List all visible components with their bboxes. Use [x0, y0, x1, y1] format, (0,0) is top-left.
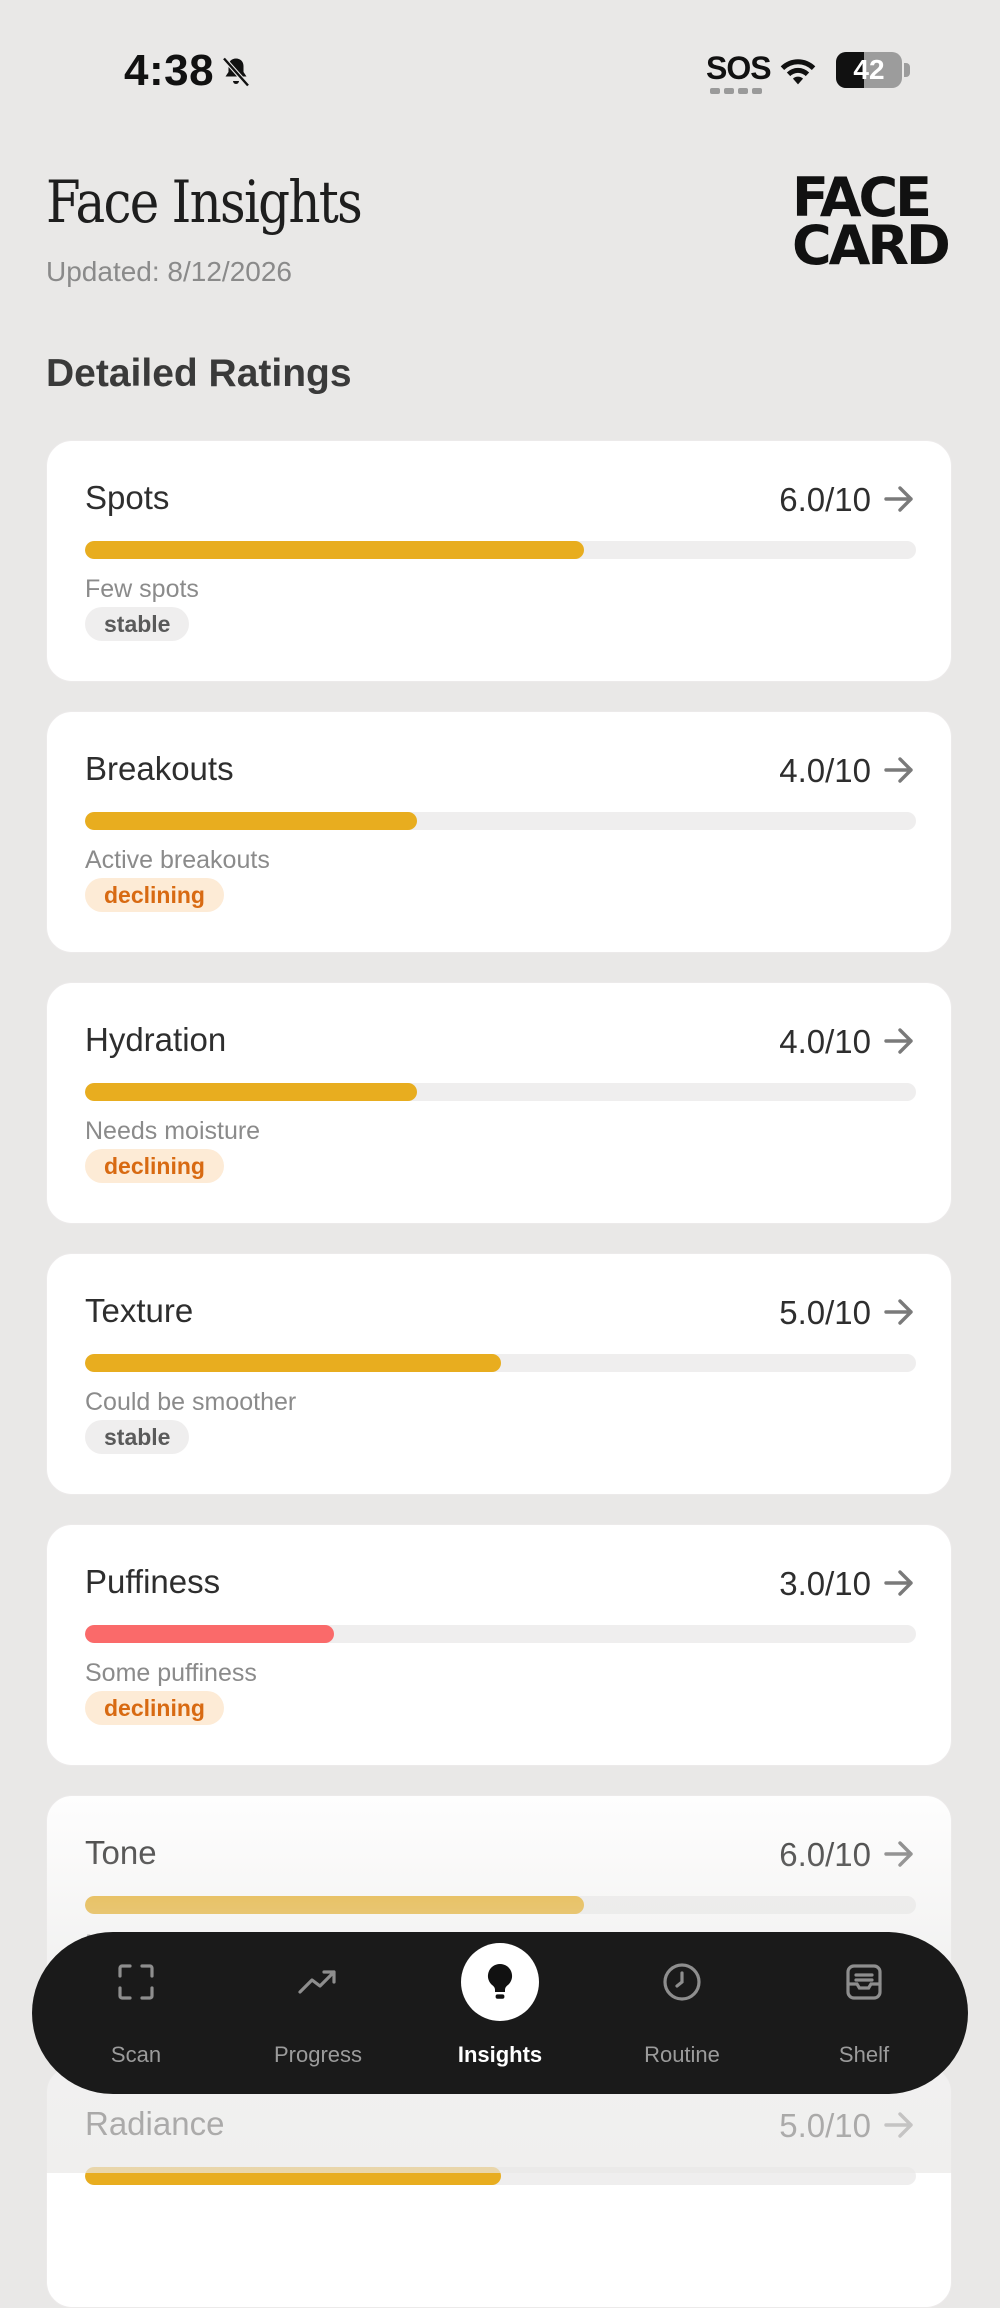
- lightbulb-icon: [487, 1963, 513, 1999]
- rating-bar: [85, 1083, 916, 1101]
- trend-badge: stable: [85, 607, 190, 641]
- rating-name: Radiance: [85, 2105, 225, 2142]
- rating-bar: [85, 2167, 916, 2185]
- rating-score: 3.0/10: [779, 1565, 871, 1602]
- rating-bar: [85, 1896, 916, 1914]
- rating-name: Texture: [85, 1292, 194, 1329]
- rating-name: Spots: [85, 479, 170, 516]
- arrow-right-icon[interactable]: [883, 756, 915, 784]
- rating-bar-fill: [85, 1625, 335, 1643]
- tab-shelf[interactable]: Shelf: [789, 1932, 939, 2094]
- rating-bar-fill: [85, 1083, 418, 1101]
- rating-description: Few spots: [85, 575, 199, 603]
- rating-description: Some puffiness: [85, 1659, 257, 1687]
- tab-routine[interactable]: Routine: [607, 1932, 757, 2094]
- rating-bar: [85, 541, 916, 559]
- trend-badge: declining: [85, 1149, 224, 1183]
- rating-bar: [85, 1354, 916, 1372]
- rating-card-hydration[interactable]: Hydration 4.0/10 Needs moisture declining: [46, 982, 952, 1224]
- rating-bar-fill: [85, 812, 418, 830]
- tab-label: Shelf: [838, 2042, 890, 2067]
- rating-card-breakouts[interactable]: Breakouts 4.0/10 Active breakouts declining: [46, 711, 952, 953]
- rating-card-texture[interactable]: Texture 5.0/10 Could be smoother stable: [46, 1253, 952, 1495]
- rating-score: 5.0/10: [779, 1294, 871, 1331]
- wifi-icon: [780, 59, 816, 85]
- trend-badge: stable: [85, 1420, 190, 1454]
- arrow-right-icon[interactable]: [883, 2111, 915, 2139]
- tab-label: Insights: [457, 2042, 543, 2067]
- signal-dots-icon: [710, 88, 762, 94]
- rating-card-spots[interactable]: Spots 6.0/10 Few spots stable: [46, 440, 952, 682]
- arrow-right-icon[interactable]: [883, 1840, 915, 1868]
- battery-icon: 42: [836, 52, 902, 88]
- rating-bar-fill: [85, 1354, 501, 1372]
- rating-bar: [85, 1625, 916, 1643]
- tab-label: Progress: [273, 2042, 363, 2067]
- rating-bar-fill: [85, 2167, 501, 2185]
- arrow-right-icon[interactable]: [883, 485, 915, 513]
- battery-tip: [904, 63, 910, 77]
- status-bar: 4:38 SOS 42: [0, 0, 1000, 140]
- rating-bar: [85, 812, 916, 830]
- rating-description: Active breakouts: [85, 846, 270, 874]
- tab-progress[interactable]: Progress: [243, 1932, 393, 2094]
- tab-label: Routine: [644, 2042, 720, 2067]
- rating-bar-fill: [85, 1896, 584, 1914]
- bottom-tab-bar: Scan Progress Insights Routine Shelf: [32, 1932, 968, 2094]
- rating-card-radiance[interactable]: Radiance 5.0/10: [46, 2066, 952, 2308]
- rating-score: 4.0/10: [779, 752, 871, 789]
- rating-bar-fill: [85, 541, 584, 559]
- rating-description: Could be smoother: [85, 1388, 297, 1416]
- battery-percent: 42: [853, 54, 885, 85]
- status-time: 4:38: [124, 46, 215, 95]
- sos-indicator: SOS: [706, 50, 772, 86]
- arrow-right-icon[interactable]: [883, 1027, 915, 1055]
- tab-label: Scan: [110, 2042, 162, 2067]
- rating-name: Breakouts: [85, 750, 234, 787]
- section-title: Detailed Ratings: [46, 352, 352, 395]
- trend-icon: [298, 1970, 336, 1994]
- rating-description: Needs moisture: [85, 1117, 261, 1145]
- rating-score: 5.0/10: [779, 2107, 871, 2144]
- page-title: Face Insights: [46, 168, 363, 236]
- clock-icon: [663, 1963, 701, 2001]
- logo-line-2: CARD: [792, 214, 951, 277]
- rating-score: 6.0/10: [779, 1836, 871, 1873]
- battery-indicator: 42: [836, 52, 910, 88]
- rating-name: Hydration: [85, 1021, 227, 1058]
- rating-name: Puffiness: [85, 1563, 221, 1600]
- rating-name: Tone: [85, 1834, 157, 1871]
- rating-score: 6.0/10: [779, 481, 871, 518]
- trend-badge: declining: [85, 878, 224, 912]
- facecard-logo: FACE CARD: [792, 171, 951, 277]
- tab-scan[interactable]: Scan: [61, 1932, 211, 2094]
- arrow-right-icon[interactable]: [883, 1298, 915, 1326]
- tab-insights[interactable]: Insights: [425, 1932, 575, 2094]
- rating-score: 4.0/10: [779, 1023, 871, 1060]
- arrow-right-icon[interactable]: [883, 1569, 915, 1597]
- inbox-icon: [846, 1964, 882, 2000]
- trend-badge: declining: [85, 1691, 224, 1725]
- rating-card-puffiness[interactable]: Puffiness 3.0/10 Some puffiness declining: [46, 1524, 952, 1766]
- updated-date: Updated: 8/12/2026: [46, 256, 292, 287]
- scan-icon: [118, 1964, 154, 2000]
- bell-muted-icon: [222, 57, 250, 87]
